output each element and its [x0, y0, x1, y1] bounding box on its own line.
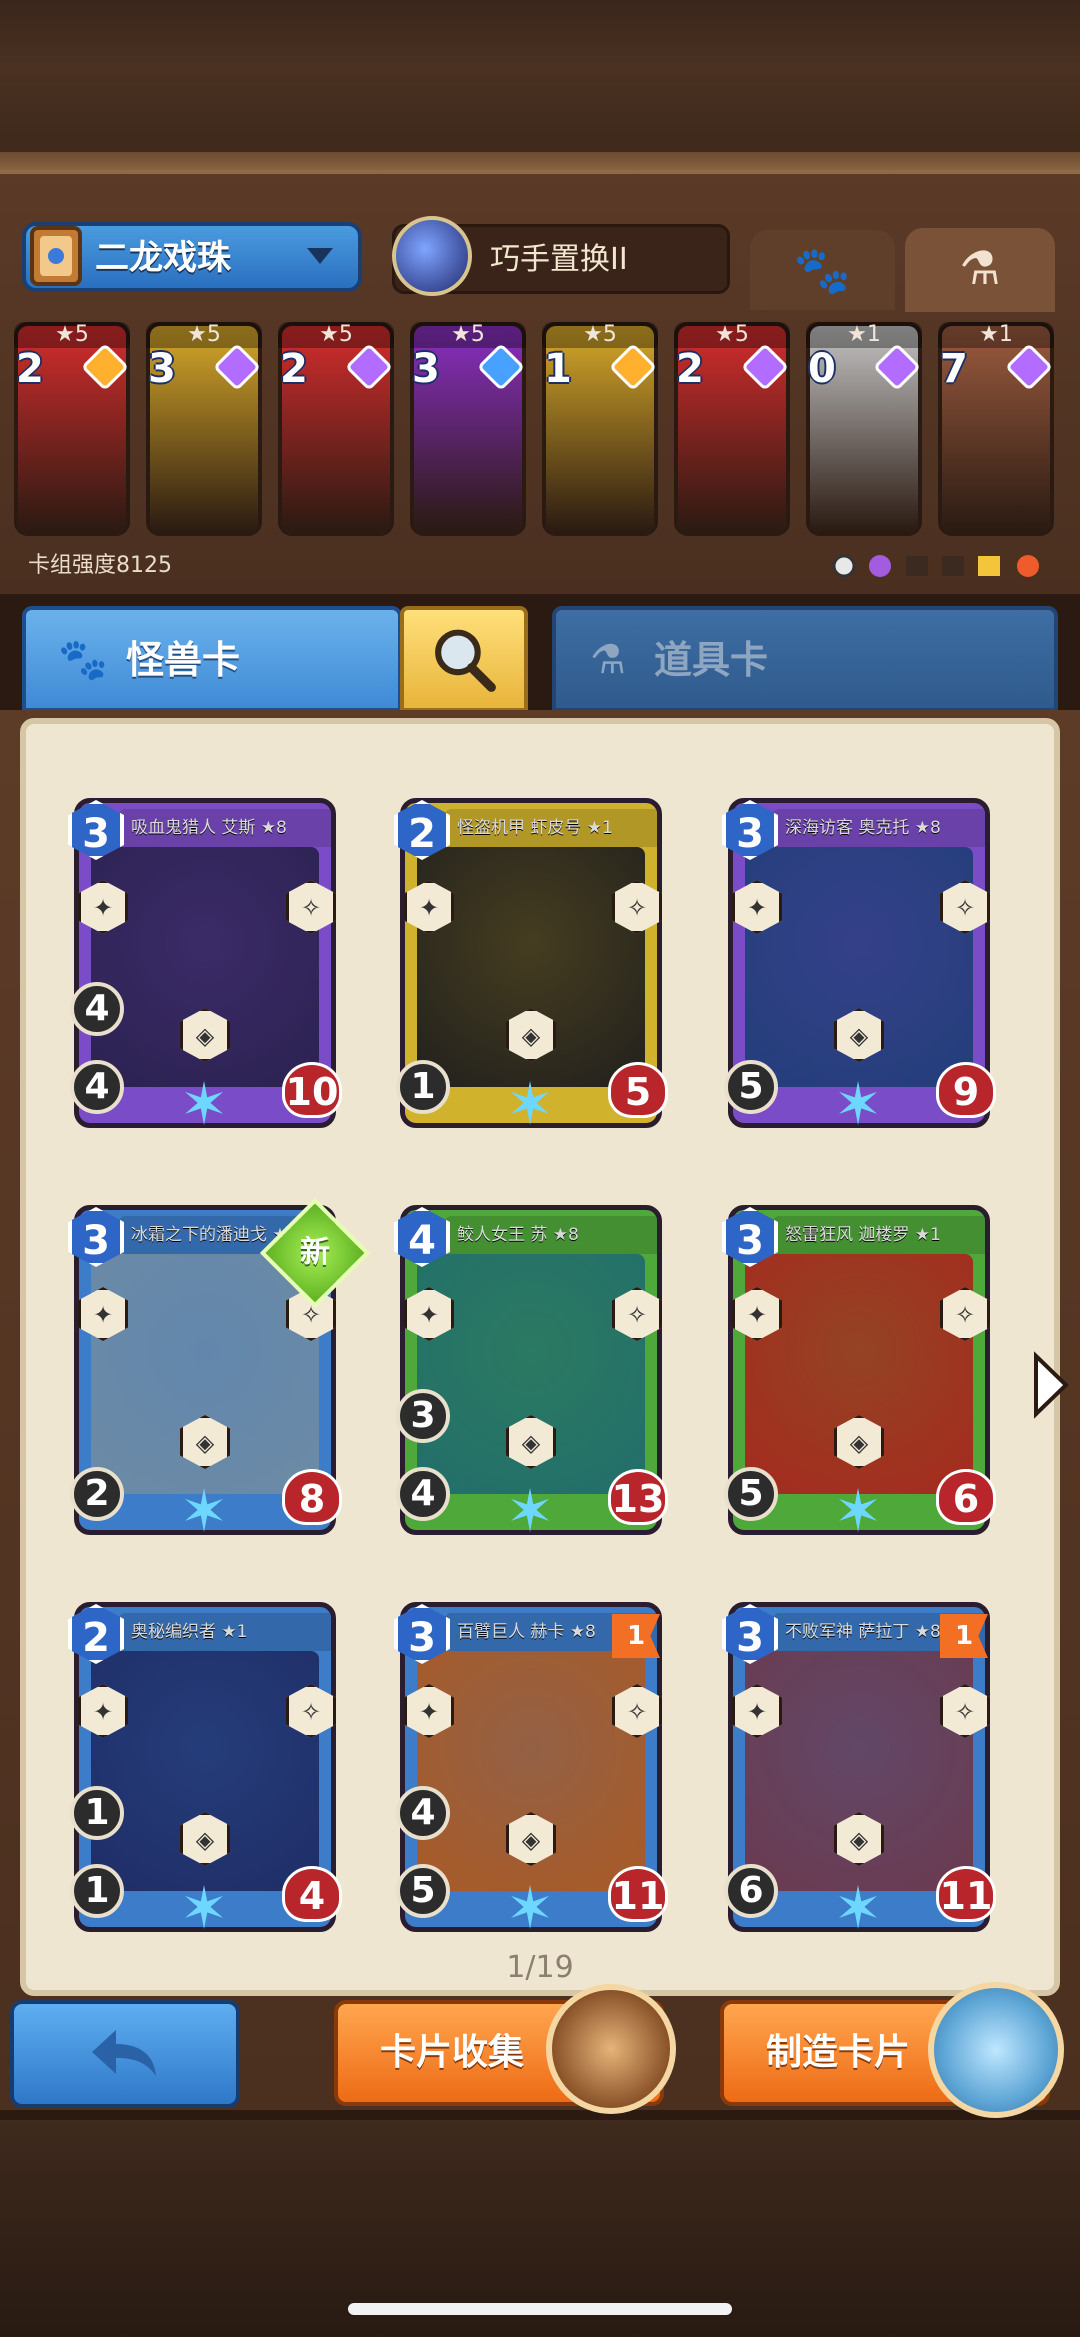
card-secondary-stat: 4	[396, 1786, 450, 1840]
card-star-icon: ✶	[505, 1477, 555, 1545]
home-indicator[interactable]	[348, 2303, 732, 2315]
card-attack: 1	[70, 1864, 124, 1918]
skill-name: 巧手置换II	[490, 242, 628, 277]
deck-card-cost: 3	[148, 346, 176, 392]
card-attack: 5	[724, 1467, 778, 1521]
deck-card-cost: 1	[544, 346, 572, 392]
card-star-icon: ✶	[179, 1874, 229, 1942]
card-health: 10	[282, 1062, 342, 1118]
card-health: 6	[936, 1469, 996, 1525]
card-attack: 4	[396, 1467, 450, 1521]
card-title: 吸血鬼猎人 艾斯 ★8	[119, 809, 331, 847]
card-star-icon: ✶	[833, 1874, 883, 1942]
card-health: 8	[282, 1469, 342, 1525]
card-star-icon: ✶	[833, 1070, 883, 1138]
card-attack: 2	[70, 1467, 124, 1521]
card-secondary-stat: 3	[396, 1389, 450, 1443]
card-secondary-stat: 1	[70, 1786, 124, 1840]
card-title: 怒雷狂风 迦楼罗 ★1	[773, 1216, 985, 1254]
search-button[interactable]	[400, 606, 528, 712]
page-indicator: 1/19	[506, 1950, 574, 1985]
deck-book-icon	[30, 226, 82, 286]
card-star-icon: ✶	[505, 1070, 555, 1138]
tab-monster-deck[interactable]: 🐾	[750, 230, 895, 310]
deck-card-stars: ★5	[542, 322, 658, 348]
deck-card-cost: 2	[676, 346, 704, 392]
card-star-icon: ✶	[179, 1070, 229, 1138]
deck-card-cost: 2	[280, 346, 308, 392]
card-title: 鲛人女王 苏 ★8	[445, 1216, 657, 1254]
card-star-icon: ✶	[833, 1477, 883, 1545]
back-arrow-icon	[92, 2030, 156, 2076]
deck-card-cost: 2	[16, 346, 44, 392]
potion-icon: ⚗	[959, 241, 1001, 295]
next-page-arrow-icon[interactable]	[1030, 1350, 1070, 1420]
craft-card-label: 制造卡片	[766, 2032, 911, 2073]
card-attack: 4	[70, 1060, 124, 1114]
deck-element-icons	[832, 554, 1039, 578]
card-title: 怪盗机甲 虾皮号 ★1	[445, 809, 657, 847]
card-health: 11	[608, 1866, 668, 1922]
card-star-icon: ✶	[505, 1874, 555, 1942]
card-title: 深海访客 奥克托 ★8	[773, 809, 985, 847]
card-health: 4	[282, 1866, 342, 1922]
card-health: 11	[936, 1866, 996, 1922]
tab-monster-label: 怪兽卡	[126, 638, 241, 682]
deck-card-stars: ★1	[938, 322, 1054, 348]
card-health: 5	[608, 1062, 668, 1118]
skill-avatar	[392, 216, 472, 296]
card-collection-icon[interactable]	[546, 1984, 676, 2114]
top-wood-background	[0, 0, 1080, 170]
deck-card-stars: ★5	[14, 322, 130, 348]
tab-item-label: 道具卡	[654, 638, 769, 682]
card-attack: 5	[724, 1060, 778, 1114]
deck-name: 二龙戏珠	[95, 238, 231, 278]
card-health: 13	[608, 1469, 668, 1525]
card-secondary-stat: 4	[70, 982, 124, 1036]
card-attack: 6	[724, 1864, 778, 1918]
card-attack: 1	[396, 1060, 450, 1114]
paw-icon: 🐾	[793, 243, 852, 297]
card-collection-label: 卡片收集	[380, 2032, 525, 2073]
potion-icon: ⚗	[590, 637, 626, 683]
card-star-icon: ✶	[179, 1477, 229, 1545]
tab-item-deck[interactable]: ⚗	[905, 228, 1055, 312]
search-icon	[435, 629, 496, 692]
paw-icon: 🐾	[58, 637, 108, 683]
deck-card-stars: ★5	[674, 322, 790, 348]
card-attack: 5	[396, 1864, 450, 1918]
deck-card-stars: ★5	[278, 322, 394, 348]
deck-card-cost: 7	[940, 346, 968, 392]
deck-card-cost: 3	[412, 346, 440, 392]
deck-card-stars: ★5	[146, 322, 262, 348]
card-health: 9	[936, 1062, 996, 1118]
deck-card-cost: 0	[808, 346, 836, 392]
deck-card-stars: ★1	[806, 322, 922, 348]
craft-jar-icon[interactable]	[928, 1982, 1064, 2118]
deck-power: 卡组强度8125	[28, 553, 172, 578]
new-badge-label: 新	[300, 1235, 330, 1270]
deck-card-stars: ★5	[410, 322, 526, 348]
chevron-down-icon[interactable]	[305, 246, 335, 266]
card-title: 奥秘编织者 ★1	[119, 1613, 331, 1651]
